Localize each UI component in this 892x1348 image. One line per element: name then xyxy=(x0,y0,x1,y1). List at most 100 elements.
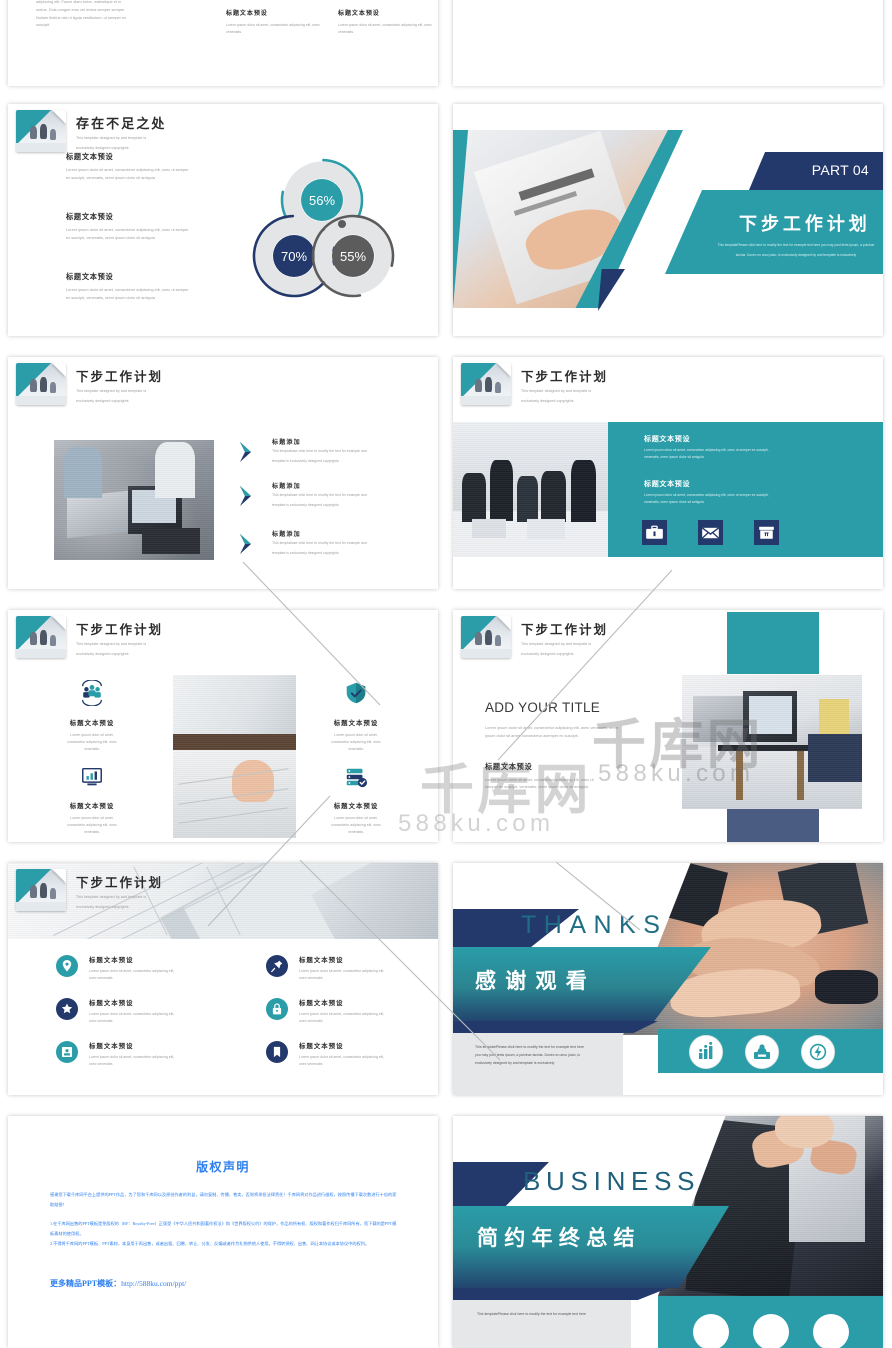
fouricons-item-0-line-2: venenatis. xyxy=(84,747,100,751)
thanks-icon-circle[interactable] xyxy=(689,1035,723,1069)
fouricons-item[interactable]: 标题文本预设 Lorem ipsum dolor sit amet, conse… xyxy=(302,680,410,753)
sixicons-item-2-line-1: onec venenatis xyxy=(89,1019,113,1023)
fouricons-item-2-line-0: Lorem ipsum dolor sit amet, xyxy=(334,733,378,737)
business-icon-circle[interactable] xyxy=(693,1314,729,1348)
slide-tealpanel[interactable]: 下步工作计划 This template designed by and tem… xyxy=(453,357,883,589)
location-pin-icon xyxy=(62,960,72,972)
slide-header: 下步工作计划 This template designed by and tem… xyxy=(461,363,608,405)
sixicons-item[interactable]: 标题文本预设 Lorem ipsum dolor sit amet, conse… xyxy=(56,955,226,982)
donut-value-1: 70% xyxy=(281,249,307,264)
page-subtitle-line-0: This template designed by and template i… xyxy=(76,642,147,646)
thanks-title-cn: 感谢观看 xyxy=(475,970,596,993)
sixicons-item-0-line-0: Lorem ipsum dolor sit amet, consectetur … xyxy=(89,969,175,973)
sixicons-item-1-line-0: Lorem ipsum dolor sit amet, consectetur … xyxy=(299,969,385,973)
sixicons-item-4-line-1: onec venenatis xyxy=(89,1062,113,1066)
page-title: 存在不足之处 xyxy=(76,116,167,131)
tealpanel-block-0-title: 标题文本预设 xyxy=(644,436,691,443)
fouricons-item-2-title: 标题文本预设 xyxy=(333,720,379,727)
bookmark-ribbon-icon xyxy=(273,1046,281,1058)
part04-badge: PART 04 xyxy=(749,152,883,190)
donut-value-2: 55% xyxy=(340,249,366,264)
arrow-item[interactable]: 标题添加 This templatlase click here to modi… xyxy=(238,435,428,479)
row0-col-1-title: 标题文本预设 xyxy=(338,11,380,17)
deficiency-item-0-title: 标题文本预设 xyxy=(66,152,114,161)
deficiency-item-2-title: 标题文本预设 xyxy=(66,272,114,281)
thanks-icon-circle[interactable] xyxy=(801,1035,835,1069)
part04-title-band: 下步工作计划 This templatePlease click here to… xyxy=(665,190,883,274)
addtitle-navy-block xyxy=(727,806,819,842)
sixicons-item[interactable]: 标题文本预设 Lorem ipsum dolor sit amet, conse… xyxy=(266,1041,436,1068)
arrow-item[interactable]: 标题添加 This templatlase click here to modi… xyxy=(238,527,428,571)
slide-sixicons[interactable]: 下步工作计划 This template designed by and tem… xyxy=(8,863,438,1095)
arrow-item-2-line-1: template is exclusively designed copyrig… xyxy=(272,551,339,555)
slide-arrows[interactable]: 下步工作计划 This template designed by and tem… xyxy=(8,357,438,589)
tealpanel-block-1-line-0: Lorem ipsum dolor sit amet, consectetur … xyxy=(644,493,769,497)
slide-header: 下步工作计划 This template designed by and tem… xyxy=(16,869,163,911)
slide-business[interactable]: BUSINESS 简约年终总结 This templatePlease clic… xyxy=(453,1116,883,1348)
page-title: 下步工作计划 xyxy=(76,623,164,637)
sixicons-item-4-title: 标题文本预设 xyxy=(89,1043,134,1050)
tealpanel-icon-tile[interactable] xyxy=(698,520,723,545)
fouricons-item-3-title: 标题文本预设 xyxy=(333,803,379,810)
fouricons-item-3-line-1: consectetur adipiscing elit, onec xyxy=(331,823,381,827)
fouricons-item[interactable]: 标题文本预设 Lorem ipsum dolor sit amet, conse… xyxy=(302,765,410,836)
slide-header: 下步工作计划 This template designed by and tem… xyxy=(461,616,608,658)
chevron-right-icon xyxy=(240,442,251,462)
arrows-photo xyxy=(54,440,214,560)
header-thumbnail-photo xyxy=(461,616,511,658)
slide-addtitle[interactable]: 下步工作计划 This template designed by and tem… xyxy=(453,610,883,842)
page-subtitle-line-1: exclusively designed copyrights xyxy=(521,398,574,403)
sixicons-item-0-line-1: onec venenatis xyxy=(89,976,113,980)
business-icon-circle[interactable] xyxy=(753,1314,789,1348)
thanks-icon-circle[interactable] xyxy=(745,1035,779,1069)
sixicons-item-5-line-1: onec venenatis xyxy=(299,1062,323,1066)
business-icon-circle[interactable] xyxy=(813,1314,849,1348)
tealpanel-block-0-line-1: venenatis, orem ipsum dolor sit amigula xyxy=(644,455,704,460)
copyright-footer-url[interactable]: http://588ku.com/ppt/ xyxy=(121,1279,186,1288)
slide-thanks[interactable]: THANKS 感谢观看 This templatePlease click he… xyxy=(453,863,883,1095)
pin-icon xyxy=(271,960,283,973)
arrow-item[interactable]: 标题添加 This templatlase click here to modi… xyxy=(238,479,428,527)
id-card-icon xyxy=(61,1046,73,1058)
fouricons-item[interactable]: 标题文本预设 Lorem ipsum dolor sit amet, conse… xyxy=(38,680,146,753)
sixicons-item[interactable]: 标题文本预设 Lorem ipsum dolor sit amet, conse… xyxy=(266,955,436,982)
slide-fouricons[interactable]: 下步工作计划 This template designed by and tem… xyxy=(8,610,438,842)
page-subtitle-line-0: This template designed by and template i… xyxy=(76,136,147,140)
shield-check-icon xyxy=(346,682,366,704)
sixicons-item[interactable]: 标题文本预设 Lorem ipsum dolor sit amet, conse… xyxy=(266,998,436,1025)
arrow-item-1-title: 标题添加 xyxy=(272,484,301,490)
sixicons-item-4-line-0: Lorem ipsum dolor sit amet, consectetur … xyxy=(89,1055,175,1059)
arrow-item-1-line-0: This templatlase click here to modify th… xyxy=(272,493,367,497)
thanks-body-line-2: exclusively designed by and template is … xyxy=(475,1061,555,1066)
deficiency-item-2-line-0: Lorem ipsum dolor sit amet, consectetur … xyxy=(66,287,189,292)
fouricons-item[interactable]: 标题文本预设 Lorem ipsum dolor sit amet, conse… xyxy=(38,765,146,836)
slide-copyright[interactable]: 版权声明 感谢您下载千库网平台上提供的PPT作品，为了您和千库网以及原创作者的利… xyxy=(8,1116,438,1348)
sixicons-item[interactable]: 标题文本预设 Lorem ipsum dolor sit amet, conse… xyxy=(56,998,226,1025)
page-title: 下步工作计划 xyxy=(76,370,164,384)
tealpanel-block-1-title: 标题文本预设 xyxy=(644,481,691,488)
tealpanel-panel: 标题文本预设 Lorem ipsum dolor sit amet, conse… xyxy=(608,422,883,557)
chart-monitor-icon xyxy=(82,767,102,786)
slide-row0-left[interactable]: adipiscing elit. Fusce diam tortor, matr… xyxy=(8,0,438,86)
header-thumbnail-photo xyxy=(16,869,66,911)
slide-part04[interactable]: PART 04 下步工作计划 This templatePlease click… xyxy=(453,104,883,336)
slide-deficiency[interactable]: 存在不足之处 This template designed by and tem… xyxy=(8,104,438,336)
row0-col-1-body: Lorem ipsum dolor sit amet, consectetur … xyxy=(338,23,432,34)
arrow-item-2-line-0: This templatlase click here to modify th… xyxy=(272,541,367,545)
slide-row0-right[interactable]: sit amigula Lorem ipsum dolor sit amet, … xyxy=(453,0,883,86)
addtitle-big-line-0: Lorem ipsum dolor sit amet, consectetur … xyxy=(485,725,618,730)
arrow-item-0-line-0: This templatlase click here to modify th… xyxy=(272,449,367,453)
sixicons-item-3-title: 标题文本预设 xyxy=(299,1000,344,1007)
arrow-item-0-line-1: template is exclusively designed copyrig… xyxy=(272,459,339,463)
header-thumbnail-photo xyxy=(16,363,66,405)
addtitle-sub-line-0: Lorem ipsum dolor sit amet, consectetur … xyxy=(485,776,594,782)
sixicons-item[interactable]: 标题文本预设 Lorem ipsum dolor sit amet, conse… xyxy=(56,1041,226,1068)
slide-header: 下步工作计划 This template designed by and tem… xyxy=(16,616,163,658)
slide-grid: adipiscing elit. Fusce diam tortor, matr… xyxy=(0,0,892,1348)
sixicons-item-1-line-1: onec venenatis xyxy=(299,976,323,980)
tealpanel-icon-tile[interactable] xyxy=(754,520,779,545)
deficiency-item-0-line-0: Lorem ipsum dolor sit amet, consectetur … xyxy=(66,167,189,172)
deficiency-item-1-line-1: ex suscipit, venenatis, orem ipsum dolor… xyxy=(66,234,155,240)
tealpanel-icon-tile[interactable] xyxy=(642,520,667,545)
sixicons-item-0-title: 标题文本预设 xyxy=(89,957,134,964)
